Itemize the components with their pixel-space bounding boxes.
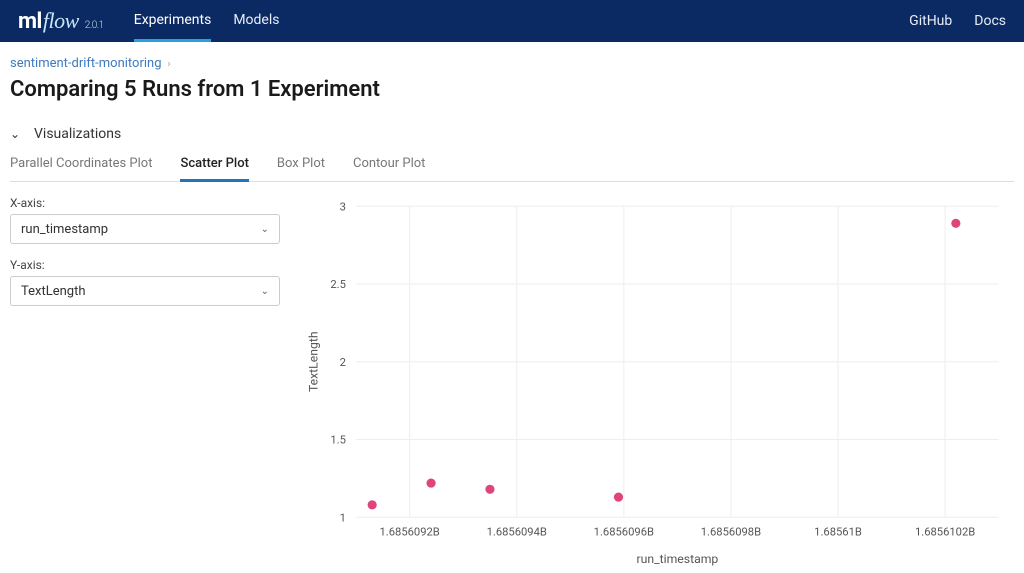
logo-flow: flow	[43, 8, 79, 34]
github-link[interactable]: GitHub	[909, 13, 952, 29]
svg-text:1.6856092B: 1.6856092B	[379, 526, 439, 539]
svg-text:1.6856098B: 1.6856098B	[701, 526, 761, 539]
svg-text:run_timestamp: run_timestamp	[636, 552, 718, 566]
yaxis-value: TextLength	[21, 284, 86, 299]
breadcrumb: sentiment-drift-monitoring ›	[10, 56, 1014, 71]
version-label: 2.0.1	[85, 20, 104, 31]
viz-body: X-axis: run_timestamp ⌄ Y-axis: TextLeng…	[10, 196, 1014, 566]
chevron-right-icon: ›	[168, 59, 171, 70]
viz-tabs: Parallel Coordinates Plot Scatter Plot B…	[10, 156, 1014, 182]
svg-text:1.6856102B: 1.6856102B	[915, 526, 975, 539]
xaxis-select[interactable]: run_timestamp ⌄	[10, 214, 280, 244]
scatter-chart[interactable]: 1 1.5 2 2.5 3 1.6856092B 1.6856094B 1.6856096B 1…	[300, 196, 1014, 566]
chevron-down-icon: ⌄	[10, 127, 24, 141]
svg-text:3: 3	[340, 200, 346, 213]
logo-ml: ml	[18, 9, 42, 34]
svg-text:1: 1	[340, 511, 346, 524]
section-label: Visualizations	[34, 126, 121, 142]
svg-text:TextLength: TextLength	[306, 331, 320, 392]
xaxis-value: run_timestamp	[21, 222, 108, 237]
docs-link[interactable]: Docs	[974, 13, 1006, 29]
svg-text:1.5: 1.5	[330, 434, 346, 447]
svg-text:2: 2	[340, 356, 346, 369]
tab-scatter[interactable]: Scatter Plot	[180, 156, 248, 182]
yaxis-select[interactable]: TextLength ⌄	[10, 276, 280, 306]
content: sentiment-drift-monitoring › Comparing 5 …	[0, 42, 1024, 566]
svg-text:1.68561B: 1.68561B	[814, 526, 862, 539]
xaxis-label: X-axis:	[10, 196, 280, 210]
yaxis-label: Y-axis:	[10, 258, 280, 272]
nav-models[interactable]: Models	[233, 1, 279, 42]
chevron-down-icon: ⌄	[261, 286, 269, 297]
page-title: Comparing 5 Runs from 1 Experiment	[10, 77, 1014, 102]
svg-text:1.6856094B: 1.6856094B	[487, 526, 547, 539]
logo: mlflow 2.0.1	[18, 8, 104, 34]
svg-text:2.5: 2.5	[330, 278, 346, 291]
svg-text:1.6856096B: 1.6856096B	[594, 526, 654, 539]
tab-box[interactable]: Box Plot	[277, 156, 325, 181]
app-header: mlflow 2.0.1 Experiments Models GitHub D…	[0, 0, 1024, 42]
axis-controls: X-axis: run_timestamp ⌄ Y-axis: TextLeng…	[10, 196, 280, 566]
main-nav: Experiments Models	[134, 1, 280, 42]
tab-parallel-coords[interactable]: Parallel Coordinates Plot	[10, 156, 152, 181]
tab-contour[interactable]: Contour Plot	[353, 156, 425, 181]
nav-right: GitHub Docs	[909, 13, 1006, 29]
nav-experiments[interactable]: Experiments	[134, 1, 212, 42]
chevron-down-icon: ⌄	[261, 224, 269, 235]
visualizations-toggle[interactable]: ⌄ Visualizations	[10, 126, 1014, 142]
breadcrumb-root[interactable]: sentiment-drift-monitoring	[10, 56, 162, 71]
scatter-svg: 1 1.5 2 2.5 3 1.6856092B 1.6856094B 1.6856096B 1…	[300, 196, 1014, 573]
